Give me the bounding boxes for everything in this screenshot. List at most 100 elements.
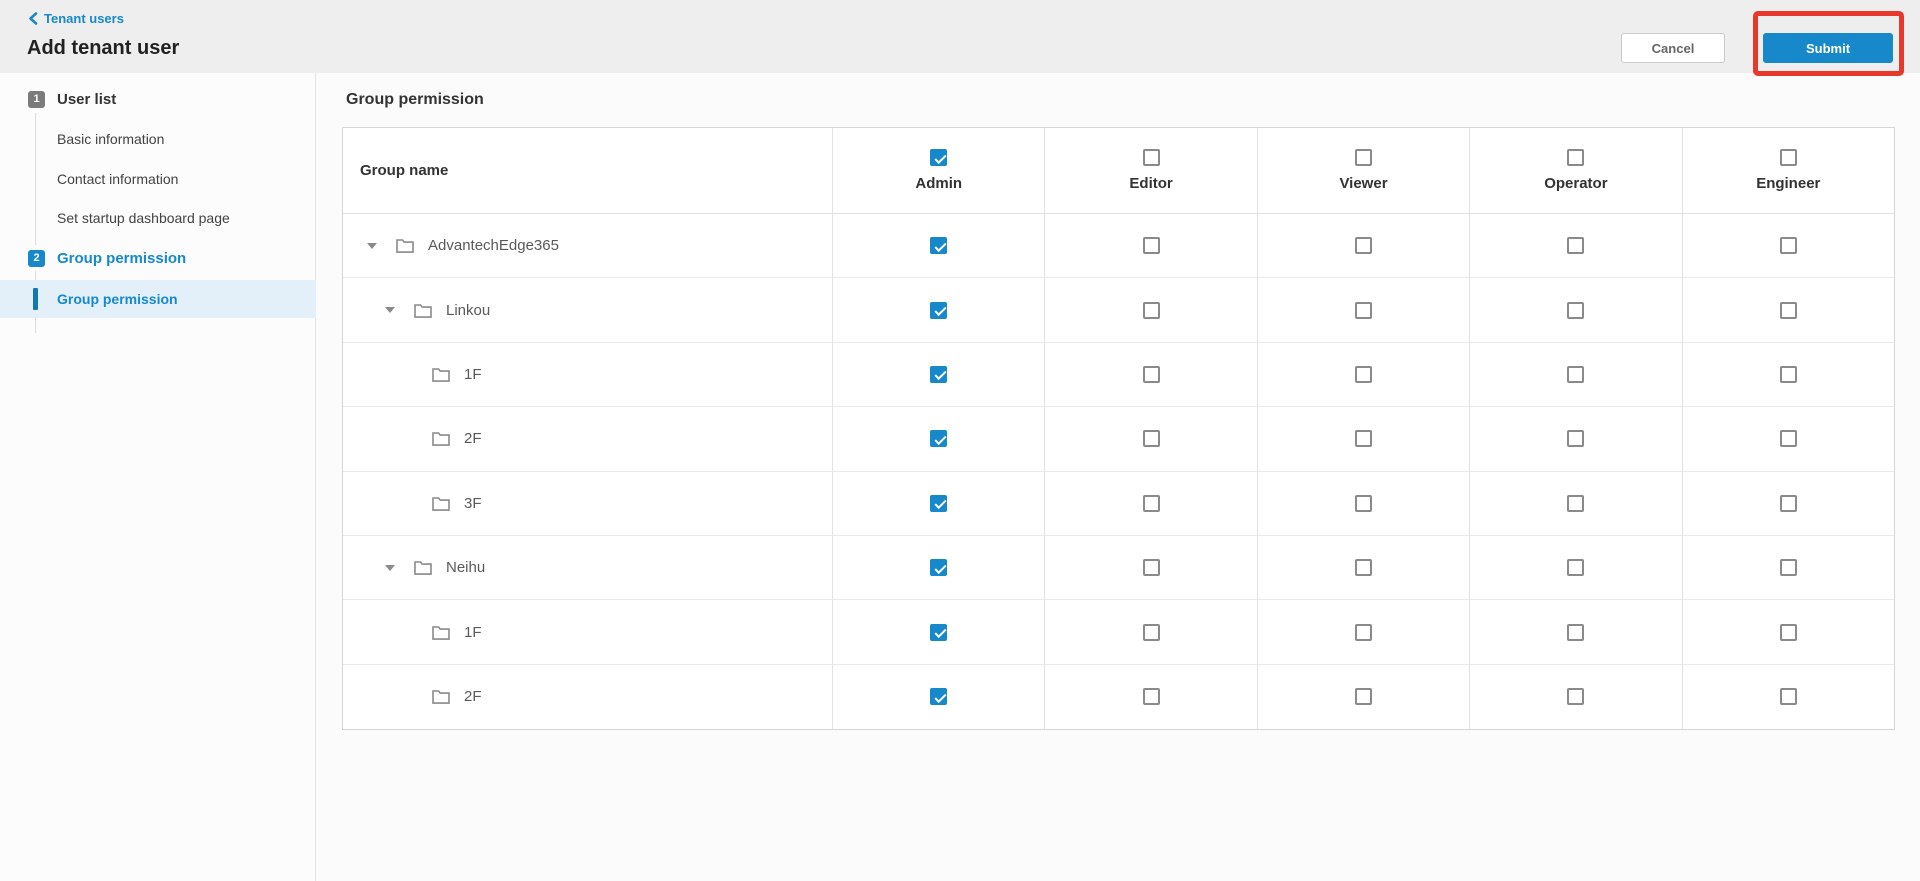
group-name: 1F xyxy=(464,623,482,641)
expand-arrow-icon[interactable] xyxy=(381,307,399,314)
permission-cell-operator xyxy=(1469,407,1681,471)
operator-checkbox[interactable] xyxy=(1567,301,1585,319)
cancel-button[interactable]: Cancel xyxy=(1621,33,1725,63)
editor-checkbox[interactable] xyxy=(1142,237,1160,255)
group-name-header: Group name xyxy=(360,162,449,179)
table-row: Neihu xyxy=(343,535,1894,601)
permission-cell-viewer xyxy=(1256,471,1469,535)
permission-cell-editor xyxy=(1044,214,1256,278)
engineer-checkbox[interactable] xyxy=(1779,365,1797,383)
permission-cell-engineer xyxy=(1681,407,1894,471)
engineer-checkbox[interactable] xyxy=(1779,623,1797,641)
engineer-checkbox[interactable] xyxy=(1779,559,1797,577)
operator-checkbox[interactable] xyxy=(1567,365,1585,383)
admin-checkbox[interactable] xyxy=(930,494,948,512)
admin-checkbox[interactable] xyxy=(930,301,948,319)
permission-cell-engineer xyxy=(1681,214,1894,278)
step-label[interactable]: User list xyxy=(57,91,116,108)
submit-button[interactable]: Submit xyxy=(1763,33,1893,63)
permission-cell-admin xyxy=(832,535,1044,600)
permission-cell-admin xyxy=(832,600,1044,664)
admin-checkbox[interactable] xyxy=(930,688,948,706)
permission-cell-engineer xyxy=(1681,664,1894,730)
editor-checkbox[interactable] xyxy=(1142,301,1160,319)
step-number-badge: 1 xyxy=(28,90,45,108)
permission-cell-engineer xyxy=(1681,471,1894,535)
viewer-checkbox[interactable] xyxy=(1354,623,1372,641)
engineer-checkbox[interactable] xyxy=(1779,688,1797,706)
permission-cell-editor xyxy=(1044,600,1256,664)
expand-arrow-icon[interactable] xyxy=(381,564,399,571)
sidebar-step-user-list[interactable]: 1 User list xyxy=(0,86,316,112)
engineer-checkbox[interactable] xyxy=(1779,430,1797,448)
viewer-checkbox[interactable] xyxy=(1354,494,1372,512)
permission-cell-operator xyxy=(1469,342,1681,407)
viewer-checkbox[interactable] xyxy=(1354,430,1372,448)
operator-checkbox[interactable] xyxy=(1567,237,1585,255)
breadcrumb[interactable]: Tenant users xyxy=(28,11,124,26)
viewer-checkbox[interactable] xyxy=(1354,688,1372,706)
permission-cell-engineer xyxy=(1681,600,1894,664)
table-row: 2F xyxy=(343,664,1894,730)
sidebar-item-label[interactable]: Contact information xyxy=(57,171,178,187)
back-chevron-icon xyxy=(29,12,38,25)
group-tree-cell: Linkou xyxy=(343,278,832,341)
operator-checkbox[interactable] xyxy=(1567,688,1585,706)
select-all-editor-checkbox[interactable] xyxy=(1142,149,1160,166)
admin-checkbox[interactable] xyxy=(930,237,948,255)
editor-checkbox[interactable] xyxy=(1142,623,1160,641)
folder-icon xyxy=(432,367,450,382)
operator-checkbox[interactable] xyxy=(1567,623,1585,641)
group-tree-cell: 3F xyxy=(343,472,832,535)
sidebar-item-contact-information[interactable]: Contact information xyxy=(0,166,316,192)
engineer-checkbox[interactable] xyxy=(1779,301,1797,319)
step-number-badge: 2 xyxy=(28,249,45,267)
sidebar-item-label[interactable]: Group permission xyxy=(57,291,178,307)
sidebar-item-set-startup-dashboard-page[interactable]: Set startup dashboard page xyxy=(0,205,316,231)
select-all-engineer-checkbox[interactable] xyxy=(1779,149,1797,166)
permission-cell-editor xyxy=(1044,535,1256,600)
engineer-checkbox[interactable] xyxy=(1779,237,1797,255)
permission-cell-operator xyxy=(1469,600,1681,664)
operator-checkbox[interactable] xyxy=(1567,559,1585,577)
viewer-checkbox[interactable] xyxy=(1354,559,1372,577)
section-title: Group permission xyxy=(346,91,484,108)
column-header-admin: Admin xyxy=(832,128,1044,213)
sidebar-item-label[interactable]: Basic information xyxy=(57,131,164,147)
table-header-row: Group name Admin Editor Viewer Operator xyxy=(343,128,1894,214)
admin-checkbox[interactable] xyxy=(930,430,948,448)
viewer-checkbox[interactable] xyxy=(1354,365,1372,383)
sidebar-item-basic-information[interactable]: Basic information xyxy=(0,126,316,152)
admin-checkbox[interactable] xyxy=(930,623,948,641)
engineer-checkbox[interactable] xyxy=(1779,494,1797,512)
operator-checkbox[interactable] xyxy=(1567,494,1585,512)
wizard-sidebar: 1 User list Basic information Contact in… xyxy=(0,73,316,881)
admin-checkbox[interactable] xyxy=(930,559,948,577)
column-header-editor: Editor xyxy=(1044,128,1256,213)
page-title: Add tenant user xyxy=(27,37,180,59)
editor-checkbox[interactable] xyxy=(1142,559,1160,577)
permission-cell-editor xyxy=(1044,342,1256,407)
select-all-operator-checkbox[interactable] xyxy=(1567,149,1585,166)
sidebar-item-group-permission-selected[interactable]: Group permission xyxy=(0,280,316,318)
editor-checkbox[interactable] xyxy=(1142,365,1160,383)
select-all-viewer-checkbox[interactable] xyxy=(1354,149,1372,166)
sidebar-item-label[interactable]: Set startup dashboard page xyxy=(57,210,230,226)
main-panel: Group permission Group name Admin Editor… xyxy=(316,73,1920,881)
editor-checkbox[interactable] xyxy=(1142,494,1160,512)
sidebar-step-group-permission[interactable]: 2 Group permission xyxy=(0,245,316,271)
editor-checkbox[interactable] xyxy=(1142,688,1160,706)
breadcrumb-label[interactable]: Tenant users xyxy=(44,11,124,26)
editor-checkbox[interactable] xyxy=(1142,430,1160,448)
expand-arrow-icon[interactable] xyxy=(363,242,381,249)
group-name: Neihu xyxy=(446,559,486,577)
viewer-checkbox[interactable] xyxy=(1354,301,1372,319)
column-header-operator: Operator xyxy=(1469,128,1681,213)
viewer-checkbox[interactable] xyxy=(1354,237,1372,255)
select-all-admin-checkbox[interactable] xyxy=(930,149,948,166)
group-name: 1F xyxy=(464,365,482,383)
admin-checkbox[interactable] xyxy=(930,365,948,383)
step-label[interactable]: Group permission xyxy=(57,250,186,267)
operator-checkbox[interactable] xyxy=(1567,430,1585,448)
column-header-engineer: Engineer xyxy=(1681,128,1894,213)
